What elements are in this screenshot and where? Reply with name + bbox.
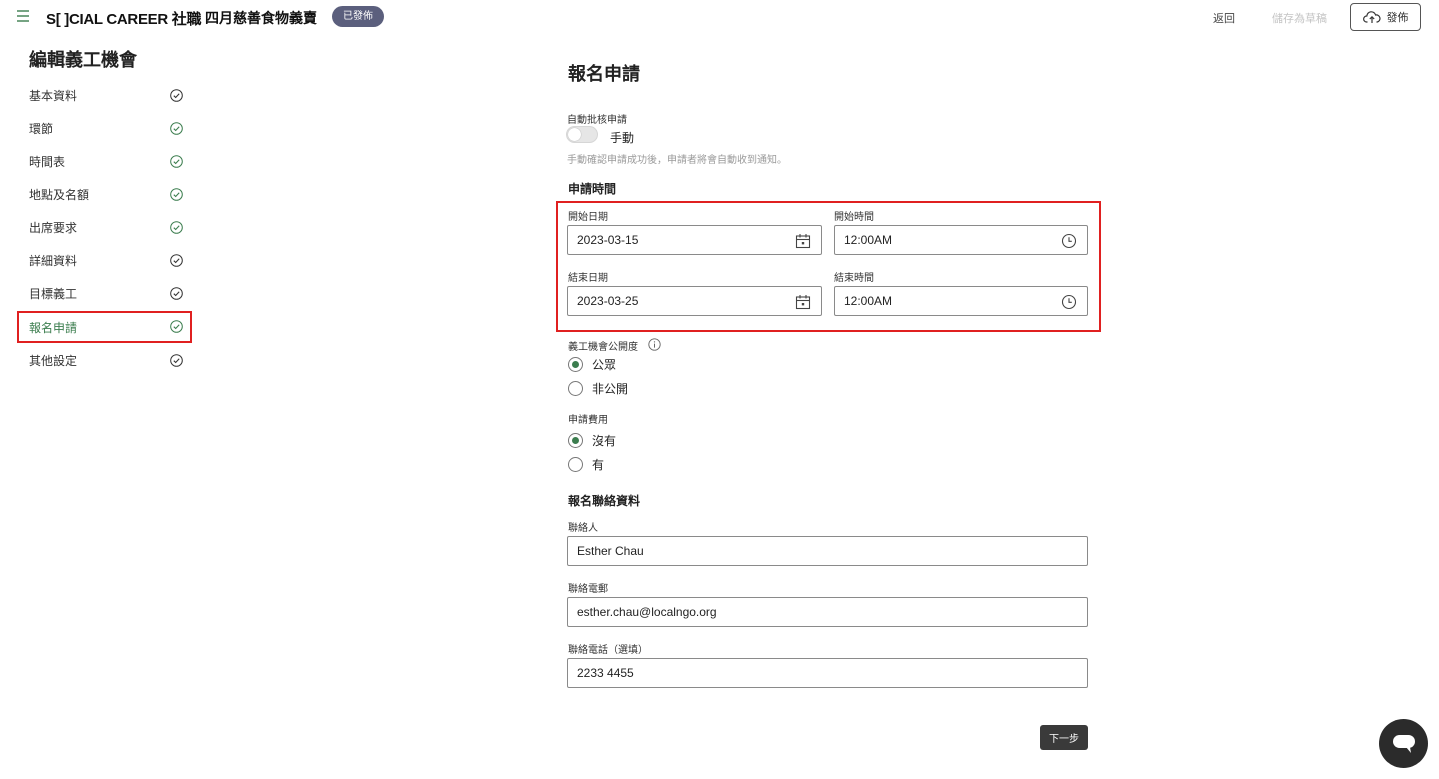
visibility-label: 義工機會公開度 xyxy=(568,342,638,353)
radio-label: 有 xyxy=(592,457,605,472)
check-circle-icon xyxy=(170,122,183,135)
contact-person-value: Esther Chau xyxy=(577,544,644,558)
chat-icon xyxy=(1392,734,1415,753)
check-circle-icon xyxy=(170,89,183,102)
clock-icon[interactable] xyxy=(1061,233,1077,249)
back-button[interactable]: 返回 xyxy=(1213,10,1235,26)
contact-email-value: esther.chau@localngo.org xyxy=(577,605,717,619)
next-button[interactable]: 下一步 xyxy=(1040,725,1088,750)
publish-label: 發佈 xyxy=(1386,11,1409,24)
check-circle-icon xyxy=(170,287,183,300)
info-icon[interactable] xyxy=(648,338,661,351)
save-draft-button[interactable]: 儲存為草稿 xyxy=(1272,10,1327,26)
radio-button[interactable] xyxy=(568,356,583,372)
sidebar-item-label: 詳細資料 xyxy=(29,254,78,268)
start-time-value: 12:00AM xyxy=(844,233,893,247)
sidebar-item-details[interactable]: 詳細資料 xyxy=(17,245,192,276)
fee-option-none[interactable]: 沒有 xyxy=(568,431,616,449)
sidebar-item-location-quota[interactable]: 地點及名額 xyxy=(17,179,192,210)
auto-approve-hint: 手動確認申請成功後，申請者將會自動收到通知。 xyxy=(567,155,787,166)
auto-approve-label: 自動批核申請 xyxy=(567,115,627,126)
sidebar-item-label: 基本資料 xyxy=(29,89,78,103)
start-date-label: 開始日期 xyxy=(568,212,608,223)
check-circle-icon xyxy=(170,188,183,201)
start-time-label: 開始時間 xyxy=(834,212,874,223)
sidebar-item-label: 其他設定 xyxy=(29,354,78,368)
start-date-field[interactable]: 2023-03-15 xyxy=(567,225,822,255)
sidebar-item-label: 環節 xyxy=(29,122,54,136)
chat-button[interactable] xyxy=(1379,719,1428,768)
check-circle-icon xyxy=(170,221,183,234)
check-circle-icon xyxy=(170,354,183,367)
check-circle-icon xyxy=(170,320,183,333)
end-date-value: 2023-03-25 xyxy=(577,294,639,308)
publish-button[interactable]: 發佈 xyxy=(1350,3,1421,31)
end-date-label: 結束日期 xyxy=(568,273,608,284)
sidebar-item-label: 目標義工 xyxy=(29,287,78,301)
contact-phone-value: 2233 4455 xyxy=(577,666,634,680)
sidebar-item-label: 出席要求 xyxy=(29,221,78,235)
end-date-field[interactable]: 2023-03-25 xyxy=(567,286,822,316)
radio-label: 沒有 xyxy=(592,433,617,448)
sidebar-item-other-settings[interactable]: 其他設定 xyxy=(17,345,192,376)
contact-person-label: 聯絡人 xyxy=(568,523,598,534)
sidebar-item-label: 時間表 xyxy=(29,155,66,169)
clock-icon[interactable] xyxy=(1061,294,1077,310)
contact-email-field[interactable]: esther.chau@localngo.org xyxy=(567,597,1088,627)
contact-phone-label: 聯絡電話（選填） xyxy=(568,645,648,656)
top-bar: S[ ]CIAL CAREER 社職 四月慈善食物義賣 已發佈 返回 儲存為草稿… xyxy=(0,0,1439,36)
visibility-option-public[interactable]: 公眾 xyxy=(568,355,616,373)
check-circle-icon xyxy=(170,254,183,267)
radio-label: 公眾 xyxy=(592,357,617,372)
contact-phone-field[interactable]: 2233 4455 xyxy=(567,658,1088,688)
end-time-value: 12:00AM xyxy=(844,294,893,308)
radio-button[interactable] xyxy=(568,432,583,448)
sidebar-item-sessions[interactable]: 環節 xyxy=(17,113,192,144)
application-period-heading: 申請時間 xyxy=(568,182,617,196)
contact-person-field[interactable]: Esther Chau xyxy=(567,536,1088,566)
radio-label: 非公開 xyxy=(592,381,629,396)
sidebar-item-basic-info[interactable]: 基本資料 xyxy=(17,80,192,111)
sidebar-item-application[interactable]: 報名申請 xyxy=(17,311,192,343)
auto-approve-toggle-label: 手動 xyxy=(610,131,635,145)
end-time-field[interactable]: 12:00AM xyxy=(834,286,1088,316)
fee-option-yes[interactable]: 有 xyxy=(568,455,604,473)
end-time-label: 結束時間 xyxy=(834,273,874,284)
menu-icon[interactable] xyxy=(16,9,30,23)
auto-approve-toggle[interactable] xyxy=(566,126,598,143)
radio-button[interactable] xyxy=(568,456,583,472)
calendar-icon[interactable] xyxy=(795,233,811,249)
calendar-icon[interactable] xyxy=(795,294,811,310)
radio-button[interactable] xyxy=(568,380,583,396)
section-title: 報名申請 xyxy=(568,64,640,85)
cloud-upload-icon xyxy=(1362,11,1381,23)
sidebar-item-attendance[interactable]: 出席要求 xyxy=(17,212,192,243)
sidebar-title: 編輯義工機會 xyxy=(29,50,137,71)
brand-logo[interactable]: S[ ]CIAL CAREER 社職 xyxy=(46,8,201,29)
contact-email-label: 聯絡電郵 xyxy=(568,584,608,595)
visibility-option-private[interactable]: 非公開 xyxy=(568,379,628,397)
sidebar-item-target-volunteers[interactable]: 目標義工 xyxy=(17,278,192,309)
check-circle-icon xyxy=(170,155,183,168)
fee-label: 申請費用 xyxy=(568,415,608,426)
start-time-field[interactable]: 12:00AM xyxy=(834,225,1088,255)
status-badge: 已發佈 xyxy=(332,6,384,27)
start-date-value: 2023-03-15 xyxy=(577,233,639,247)
sidebar-item-schedule[interactable]: 時間表 xyxy=(17,146,192,177)
contact-heading: 報名聯絡資料 xyxy=(568,494,641,508)
sidebar-item-label: 報名申請 xyxy=(29,320,78,335)
page-title: 四月慈善食物義賣 xyxy=(205,11,317,27)
sidebar-item-label: 地點及名額 xyxy=(29,188,90,202)
toggle-knob xyxy=(568,128,581,141)
